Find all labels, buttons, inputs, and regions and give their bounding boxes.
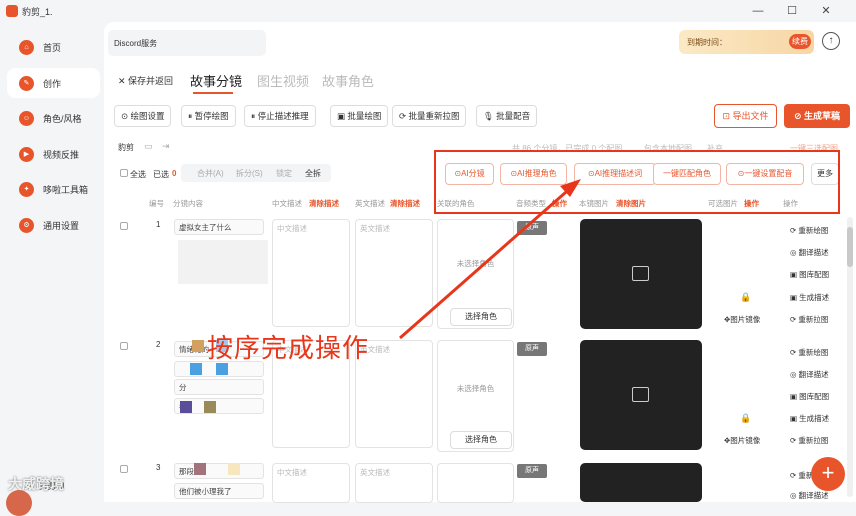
annotation-text: 按序完成操作	[207, 334, 370, 364]
annotation-arrow	[399, 179, 581, 340]
watermark: 大威跨境	[8, 476, 64, 492]
